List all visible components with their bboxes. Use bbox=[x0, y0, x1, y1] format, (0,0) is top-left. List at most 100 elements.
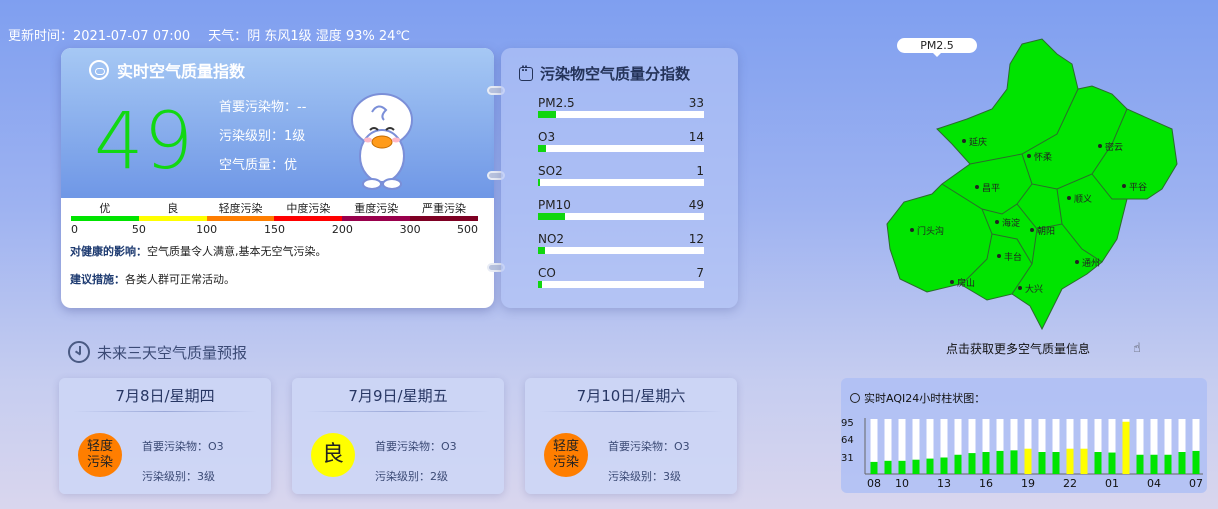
chart-bar[interactable] bbox=[982, 452, 990, 474]
weather-label: 天气： bbox=[208, 29, 248, 44]
update-bar: 更新时间：2021-07-07 07:00 天气：阴 东风1级 湿度 93% 24… bbox=[8, 25, 410, 44]
forecast-primary-pollutant: 首要污染物：O3 bbox=[375, 440, 457, 453]
district-name: 房山 bbox=[957, 277, 975, 289]
chart-bar[interactable] bbox=[884, 460, 892, 474]
mascot-icon bbox=[351, 93, 413, 190]
chart-bar[interactable] bbox=[954, 454, 962, 474]
pollutant-index-title: 污染物空气质量分指数 bbox=[519, 63, 690, 84]
chart-bar[interactable] bbox=[1150, 454, 1158, 474]
chart-bar[interactable] bbox=[1052, 452, 1060, 474]
forecast-info: 首要污染物：O3 污染级别：2级 bbox=[375, 432, 457, 492]
aqi-scale-segment bbox=[410, 216, 478, 221]
x-tick-label: 22 bbox=[1063, 477, 1077, 490]
district-name: 朝阳 bbox=[1037, 226, 1055, 237]
pollutant-bar-fill bbox=[538, 281, 543, 288]
forecast-card[interactable]: 7月10日/星期六 轻度 污染 首要污染物：O3 污染级别：3级 bbox=[525, 378, 737, 494]
forecast-date: 7月8日/星期四 bbox=[115, 387, 215, 405]
aqi-scale-segment bbox=[138, 216, 207, 221]
forecast-level-badge: 良 bbox=[311, 433, 355, 477]
district-dot bbox=[910, 228, 914, 232]
district-dot bbox=[962, 139, 966, 143]
aqi-scale-tick: 0 bbox=[71, 223, 78, 236]
map-tooltip: PM2.5 bbox=[897, 38, 977, 57]
aqi-scale-tick: 300 bbox=[399, 223, 421, 236]
aqi-scale-tick: 200 bbox=[331, 223, 353, 236]
chart-bar[interactable] bbox=[996, 450, 1004, 474]
district-name: 怀柔 bbox=[1034, 151, 1052, 163]
chart-bar[interactable] bbox=[1164, 454, 1172, 474]
district-dot bbox=[1122, 184, 1126, 188]
pollutant-name: NO2 bbox=[538, 232, 565, 246]
pollutant-bar-track bbox=[538, 213, 704, 220]
forecast-pollution-level: 污染级别：2级 bbox=[375, 470, 448, 483]
cloud-icon bbox=[89, 60, 109, 80]
district-dot bbox=[1018, 286, 1022, 290]
chart-bar[interactable] bbox=[968, 453, 976, 474]
health-label: 对健康的影响： bbox=[70, 245, 147, 258]
weather-value: 阴 东风1级 湿度 93% 24℃ bbox=[247, 29, 411, 44]
district-dot bbox=[950, 280, 954, 284]
realtime-aqi-title: 实时空气质量指数 bbox=[89, 58, 245, 82]
chart-bar[interactable] bbox=[870, 461, 878, 474]
clock-icon bbox=[68, 341, 90, 363]
chart-bar[interactable] bbox=[940, 457, 948, 475]
divider bbox=[539, 411, 723, 412]
district-dot bbox=[1098, 144, 1102, 148]
grid-icon bbox=[519, 63, 533, 81]
chart-bar[interactable] bbox=[1066, 448, 1074, 474]
pollutant-bar-fill bbox=[538, 179, 540, 186]
chart-bar[interactable] bbox=[1122, 421, 1130, 474]
pointer-hand-icon: ☝ bbox=[1133, 341, 1141, 356]
chart-bar[interactable] bbox=[1108, 452, 1116, 474]
aqi-value: 49 bbox=[94, 97, 194, 187]
district-name: 平谷 bbox=[1129, 182, 1147, 193]
pollution-level: 污染级别：1级 bbox=[219, 129, 306, 144]
pollutant-name: SO2 bbox=[538, 164, 563, 178]
pollutant-bar-track bbox=[538, 111, 704, 118]
district-dot bbox=[1067, 196, 1071, 200]
chart-bar[interactable] bbox=[898, 460, 906, 474]
divider bbox=[306, 411, 490, 412]
chart-bar[interactable] bbox=[1080, 448, 1088, 474]
pollutant-value: 12 bbox=[688, 232, 704, 246]
aqi-scale-tick: 150 bbox=[264, 223, 285, 236]
forecast-card[interactable]: 7月8日/星期四 轻度 污染 首要污染物：O3 污染级别：3级 bbox=[59, 378, 271, 494]
aqi-details: 首要污染物：-- 污染级别：1级 空气质量：优 bbox=[219, 93, 306, 180]
chart-bar[interactable] bbox=[1136, 454, 1144, 474]
forecast-date: 7月9日/星期五 bbox=[348, 387, 448, 405]
pollutant-row: CO 7 bbox=[538, 266, 704, 288]
aqi-scale-label: 轻度污染 bbox=[218, 202, 263, 215]
pollutant-row: PM2.5 33 bbox=[538, 96, 704, 118]
forecast-info: 首要污染物：O3 污染级别：3级 bbox=[142, 432, 224, 492]
forecast-card[interactable]: 7月9日/星期五良 首要污染物：O3 污染级别：2级 bbox=[292, 378, 504, 494]
x-tick-label: 19 bbox=[1021, 477, 1035, 490]
more-info-link[interactable]: 点击获取更多空气质量信息 bbox=[946, 340, 1090, 357]
chart-bar[interactable] bbox=[1038, 452, 1046, 474]
forecast-level-badge: 轻度 污染 bbox=[544, 433, 588, 477]
beijing-map[interactable]: 延庆怀柔 密云平谷 昌平顺义门头沟 海淀朝阳丰台通州房山大兴 bbox=[882, 34, 1202, 334]
aqi-24h-chart: 95 64 31 08 10 13 16 19 22 01 04 07 bbox=[841, 418, 1203, 490]
realtime-aqi-card: 实时空气质量指数 49 首要污染物：-- 污染级别：1级 空气质量：优 优 良 轻度… bbox=[61, 48, 494, 308]
chart-bar[interactable] bbox=[1024, 448, 1032, 474]
update-time: 2021-07-07 07:00 bbox=[73, 29, 191, 44]
aqi-scale-tick: 100 bbox=[196, 223, 218, 236]
aqi-scale-label: 严重污染 bbox=[422, 202, 467, 215]
aqi-scale-segment bbox=[206, 216, 275, 221]
x-tick-label: 13 bbox=[937, 477, 951, 490]
aqi-scale: 优 良 轻度污染 中度污染 重度污染 严重污染 0 50 100 150 200 300 500 bbox=[61, 200, 494, 236]
pollutant-bar-track bbox=[538, 247, 704, 254]
advice-label: 建议措施： bbox=[70, 273, 125, 286]
chart-bar[interactable] bbox=[1192, 450, 1200, 474]
chart-bar[interactable] bbox=[1010, 450, 1018, 474]
chart-bar[interactable] bbox=[1178, 452, 1186, 474]
pollutant-value: 14 bbox=[688, 130, 704, 144]
chart-bar[interactable] bbox=[1094, 452, 1102, 474]
district-name: 延庆 bbox=[969, 136, 987, 148]
chart-bar[interactable] bbox=[926, 458, 934, 474]
chart-bar[interactable] bbox=[912, 459, 920, 474]
pollutant-index-card: 污染物空气质量分指数 PM2.5 33 O3 14 SO2 1 PM10 49 NO2 12 CO 7 bbox=[501, 48, 738, 308]
forecast-pollution-level: 污染级别：3级 bbox=[142, 470, 215, 483]
realtime-aqi-title-text: 实时空气质量指数 bbox=[117, 62, 246, 81]
pollutant-row: SO2 1 bbox=[538, 164, 704, 186]
pollutant-name: CO bbox=[538, 266, 556, 280]
